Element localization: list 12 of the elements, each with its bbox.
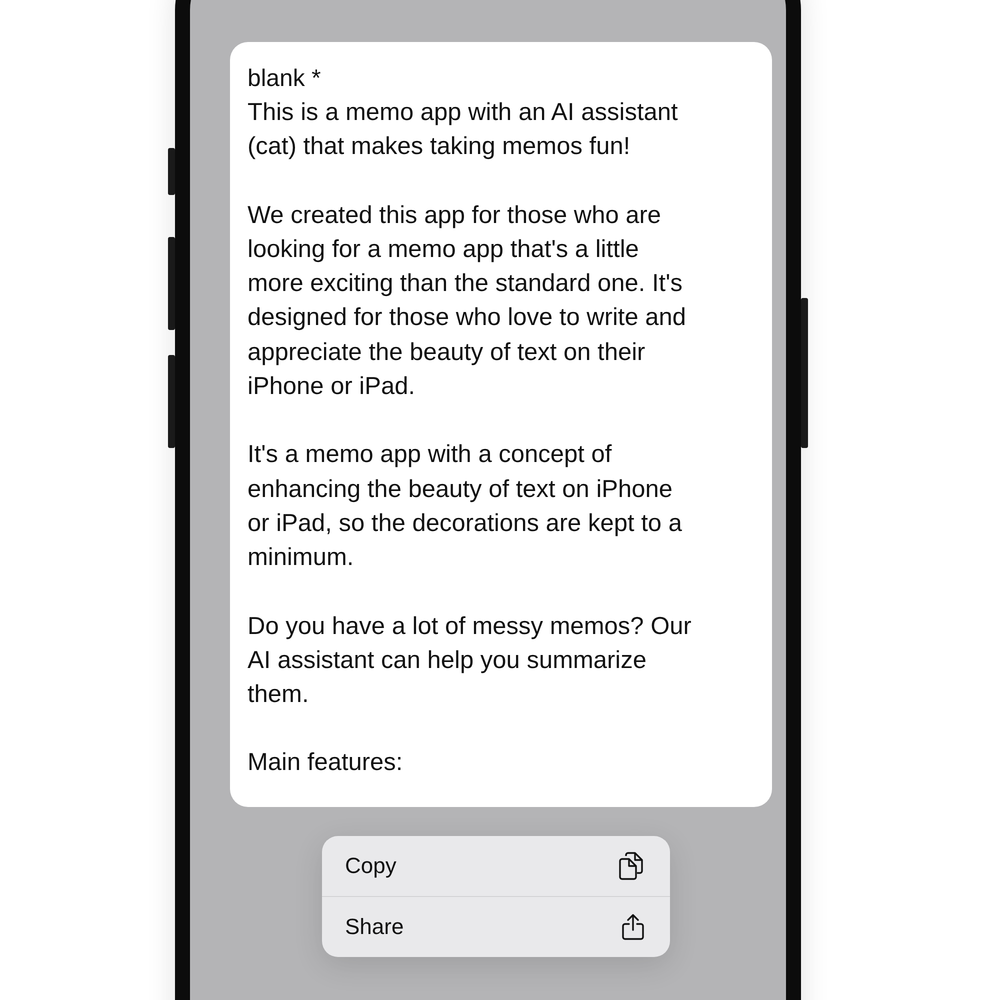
memo-paragraph: It's a memo app with a concept of enhancing the beauty of text on iPhone or iPad, so the decorations are kept to a minimum. [248, 440, 683, 574]
share-icon [622, 912, 644, 941]
menu-item[interactable]: Copy [322, 836, 670, 896]
memo-paragraph: We created this app for those who are looking for a memo app that's a little more exciting than the standard one. It's designed for those who love to write and appreciate the beauty of text on their iPhone or iPad. [248, 200, 688, 402]
menu-item-label: Copy [345, 852, 396, 879]
memo-paragraph: Do you have a lot of messy memos? Our AI assistant can help you summarize them. [248, 612, 692, 710]
memo-title: blank * [248, 64, 322, 94]
menu-item-label: Share [345, 914, 404, 940]
memo-paragraph: This is a memo app with an AI assistant (cat) that makes taking memos fun! [248, 98, 679, 162]
menu-item[interactable]: Share [322, 896, 670, 957]
memo-paragraph: Main features: [248, 748, 404, 778]
copy-icon [618, 852, 644, 880]
